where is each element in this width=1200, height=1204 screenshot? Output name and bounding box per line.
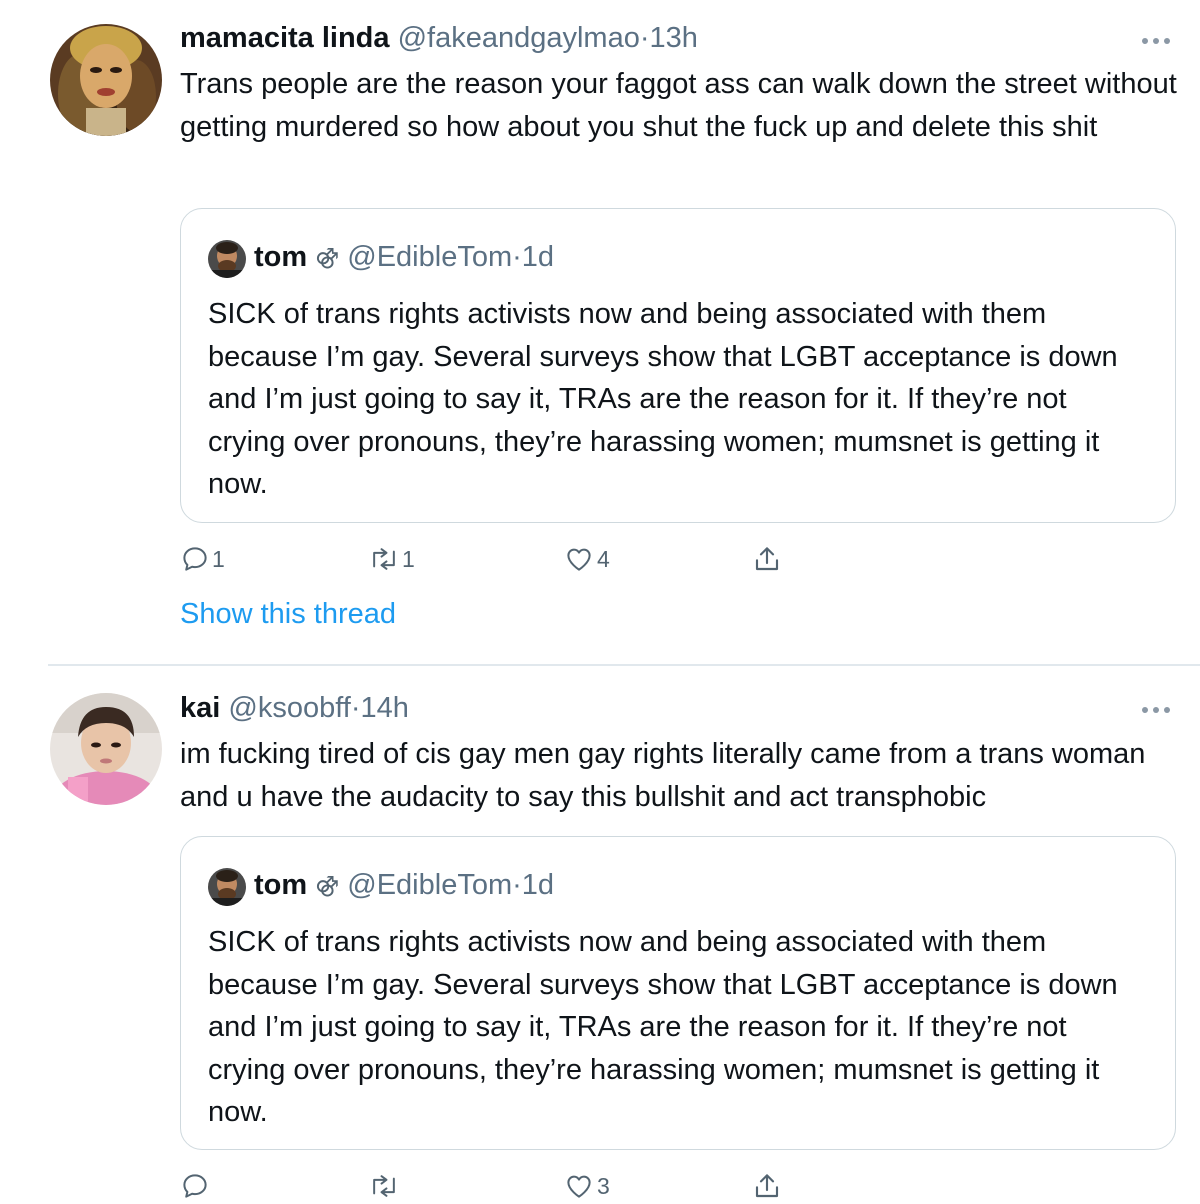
quoted-header: tom ⚣ @EdibleTom·1d [254, 239, 554, 275]
like-button[interactable]: 3 [563, 1168, 610, 1204]
display-name[interactable]: mamacita linda [180, 22, 390, 54]
retweet-icon [373, 1175, 395, 1197]
quoted-timestamp: 1d [521, 241, 555, 273]
heart-icon [567, 1175, 591, 1198]
tweet-header: kai @ksoobff·14h [180, 690, 409, 726]
quoted-user-handle: @EdibleTom [347, 869, 513, 901]
avatar-image [50, 24, 162, 136]
heart-icon [567, 548, 591, 571]
share-button[interactable] [751, 1168, 783, 1204]
quoted-tweet-text: SICK of trans rights activists now and b… [208, 298, 1118, 500]
retweet-button[interactable] [368, 1168, 402, 1204]
like-count: 4 [597, 545, 610, 572]
share-icon [755, 547, 779, 571]
reply-button[interactable]: 1 [180, 541, 225, 577]
quoted-tweet-text: SICK of trans rights activists now and b… [208, 926, 1118, 1128]
more-options-button[interactable] [1140, 34, 1172, 46]
quoted-tweet[interactable]: tom ⚣ @EdibleTom·1d SICK of trans rights… [180, 836, 1176, 1150]
more-horizontal-icon [1142, 38, 1170, 44]
tweet[interactable]: kai @ksoobff·14h im fucking tired of cis… [0, 666, 1200, 1199]
quoted-avatar [208, 868, 246, 906]
separator-dot: · [512, 241, 522, 273]
tweet-header: mamacita linda @fakeandgaylmao·13h [180, 20, 698, 56]
retweet-count: 1 [402, 545, 415, 572]
reply-count: 1 [212, 545, 225, 572]
tweet-actions: 1 1 4 [180, 541, 800, 577]
avatar-image [50, 693, 162, 805]
timestamp[interactable]: 13h [650, 22, 698, 54]
tweet-text: im fucking tired of cis gay men gay righ… [180, 738, 1146, 813]
tweet-actions: 3 [180, 1168, 800, 1204]
quoted-avatar [208, 240, 246, 278]
user-handle[interactable]: @fakeandgaylmao [398, 22, 640, 54]
quoted-display-name: tom [254, 869, 308, 901]
avatar[interactable] [50, 24, 162, 136]
quoted-user-handle: @EdibleTom [347, 241, 513, 273]
quoted-header: tom ⚣ @EdibleTom·1d [254, 867, 554, 903]
like-button[interactable]: 4 [563, 541, 610, 577]
user-handle[interactable]: @ksoobff [228, 692, 350, 724]
quoted-badge-icon: ⚣ [315, 872, 340, 897]
quoted-display-name: tom [254, 241, 308, 273]
tweet[interactable]: mamacita linda @fakeandgaylmao·13h Trans… [0, 0, 1200, 665]
quoted-avatar-image [208, 240, 246, 278]
more-horizontal-icon [1142, 707, 1170, 713]
share-icon [755, 1174, 779, 1198]
reply-button[interactable] [180, 1168, 212, 1204]
tweet-text: Trans people are the reason your faggot … [180, 68, 1177, 143]
more-options-button[interactable] [1140, 703, 1172, 715]
quoted-avatar-image [208, 868, 246, 906]
avatar[interactable] [50, 693, 162, 805]
share-button[interactable] [751, 541, 783, 577]
separator-dot: · [512, 869, 522, 901]
separator-dot: · [639, 22, 650, 54]
display-name[interactable]: kai [180, 692, 220, 724]
like-count: 3 [597, 1172, 610, 1199]
timestamp[interactable]: 14h [360, 692, 408, 724]
reply-icon [183, 1174, 207, 1198]
quoted-tweet[interactable]: tom ⚣ @EdibleTom·1d SICK of trans rights… [180, 208, 1176, 523]
reply-icon [183, 547, 207, 571]
retweet-icon [373, 548, 395, 570]
quoted-timestamp: 1d [521, 869, 555, 901]
quoted-badge-icon: ⚣ [315, 244, 340, 269]
show-thread-link[interactable]: Show this thread [180, 596, 396, 632]
retweet-button[interactable]: 1 [368, 541, 415, 577]
